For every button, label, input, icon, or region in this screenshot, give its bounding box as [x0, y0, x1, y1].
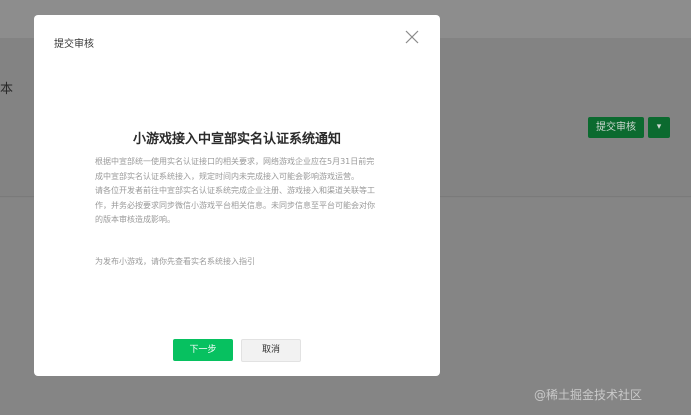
notice-body: 根据中宣部统一使用实名认证接口的相关要求，网络游戏企业应在5月31日前完成中宣部…	[95, 155, 377, 228]
chevron-down-icon: ▾	[656, 122, 662, 132]
dialog-title: 提交审核	[54, 39, 94, 50]
next-step-button[interactable]: 下一步	[173, 339, 233, 361]
notice-title: 小游戏接入中宣部实名认证系统通知	[132, 132, 341, 147]
page-title: 本	[0, 82, 14, 97]
guide-text: 为发布小游戏，请你先查看实名系统接入指引	[95, 257, 255, 266]
cancel-button[interactable]: 取消	[241, 339, 301, 362]
close-icon[interactable]	[405, 30, 419, 44]
watermark: @稀土掘金技术社区	[534, 388, 643, 402]
submit-review-button[interactable]: 提交审核	[588, 117, 644, 138]
more-options-button[interactable]: ▾	[648, 117, 670, 138]
submit-review-dialog: 提交审核 小游戏接入中宣部实名认证系统通知 根据中宣部统一使用实名认证接口的相关…	[34, 15, 440, 376]
notice-paragraph-1: 根据中宣部统一使用实名认证接口的相关要求，网络游戏企业应在5月31日前完成中宣部…	[95, 157, 375, 181]
notice-paragraph-2: 请各位开发者前往中宣部实名认证系统完成企业注册、游戏接入和渠道关联等工作，并务必…	[95, 186, 375, 224]
